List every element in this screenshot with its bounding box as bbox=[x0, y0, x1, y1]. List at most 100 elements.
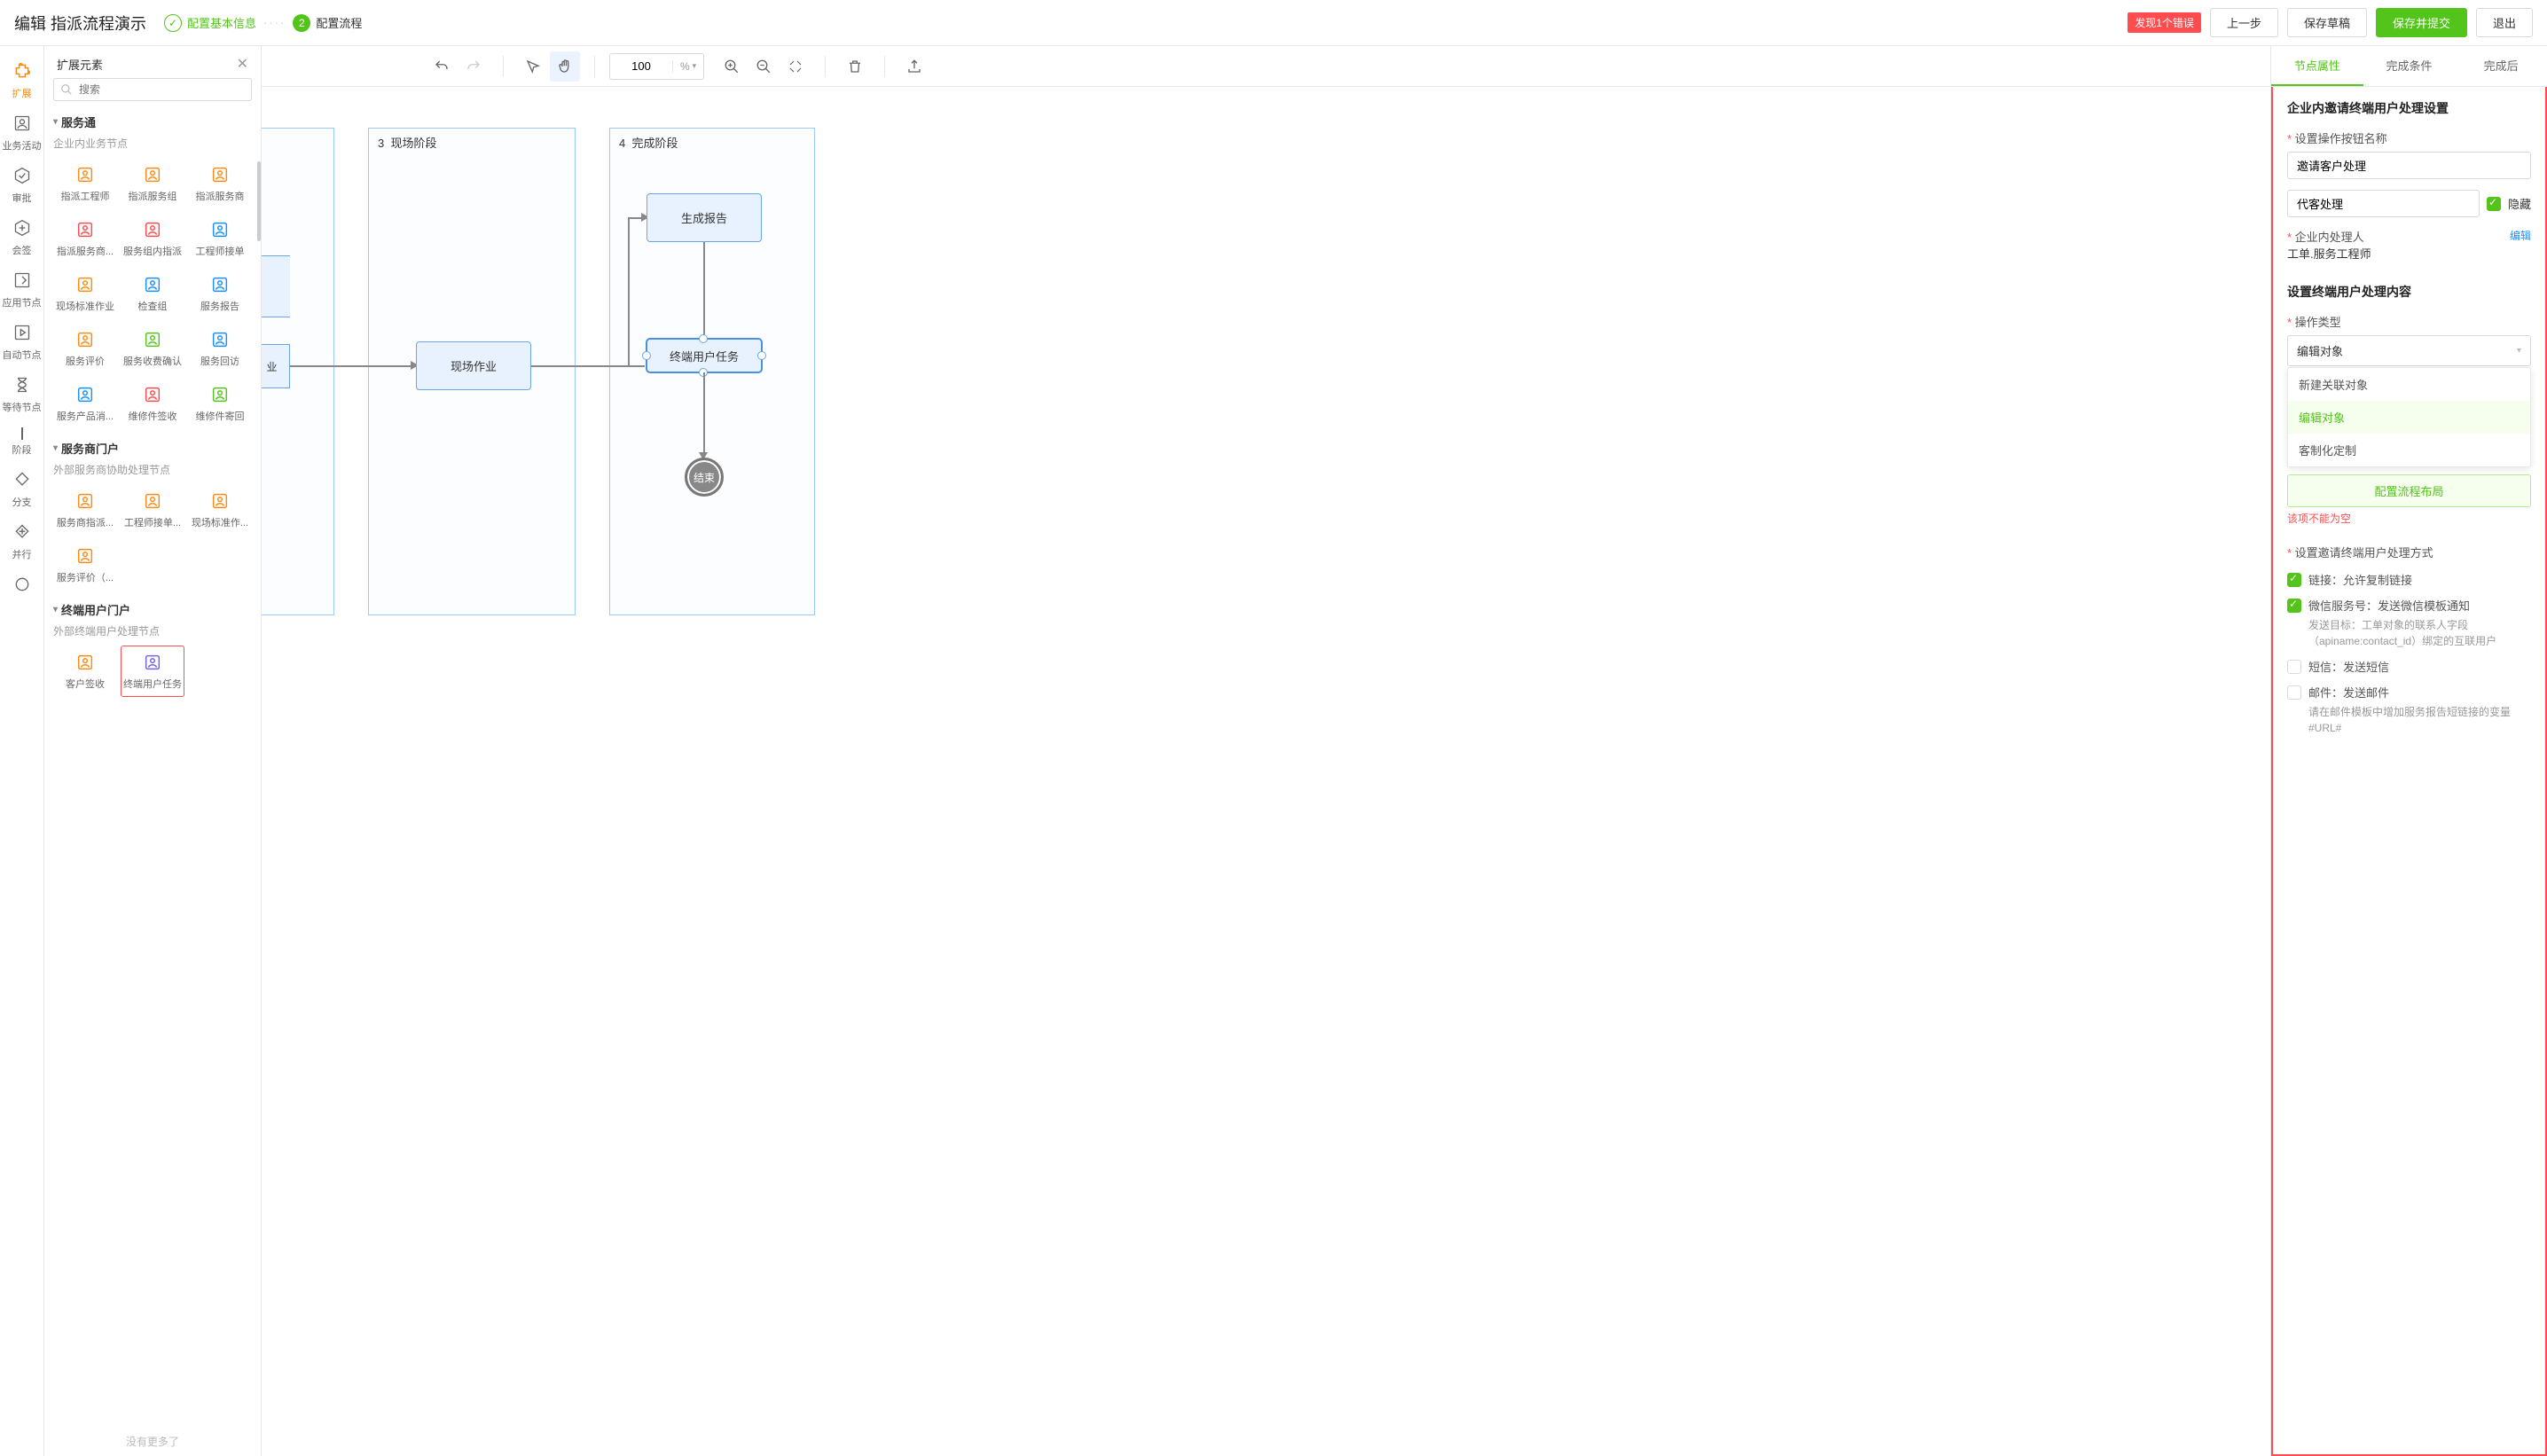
palette-node[interactable]: 维修件寄回 bbox=[188, 378, 252, 429]
node-handle[interactable] bbox=[699, 334, 708, 343]
palette-node[interactable]: 客户签收 bbox=[53, 646, 117, 697]
zoom-unit-dropdown[interactable]: % ▾ bbox=[672, 60, 703, 73]
palette-node[interactable]: 服务组内指派 bbox=[121, 213, 184, 264]
palette-node[interactable]: 服务报告 bbox=[188, 268, 252, 319]
palette-group-toggle[interactable]: ▾服务商门户 bbox=[53, 436, 252, 460]
palette-node[interactable]: 检查组 bbox=[121, 268, 184, 319]
tab-node-props[interactable]: 节点属性 bbox=[2271, 46, 2363, 86]
icon-rail: 扩展 业务活动 审批 会签 应用节点 自动节点 bbox=[0, 46, 44, 1456]
exit-button[interactable]: 退出 bbox=[2476, 8, 2533, 37]
zoom-input[interactable] bbox=[610, 59, 672, 73]
checkbox-row[interactable]: 微信服务号：发送微信模板通知 bbox=[2287, 597, 2531, 614]
palette-group-toggle[interactable]: ▾服务通 bbox=[53, 110, 252, 134]
palette-node[interactable]: 现场标准作业 bbox=[53, 268, 117, 319]
redo-button[interactable] bbox=[458, 51, 489, 82]
btn-name-input[interactable] bbox=[2287, 152, 2531, 179]
rail-more[interactable] bbox=[0, 568, 44, 603]
palette-node[interactable]: 现场标准作... bbox=[188, 484, 252, 536]
search-input[interactable] bbox=[53, 78, 252, 101]
palette-node[interactable]: 服务商指派... bbox=[53, 484, 117, 536]
checkbox-row[interactable]: 链接：允许复制链接 bbox=[2287, 571, 2531, 588]
save-submit-button[interactable]: 保存并提交 bbox=[2376, 8, 2467, 37]
error-badge[interactable]: 发现1个错误 bbox=[2128, 12, 2201, 33]
flow-node-cut[interactable] bbox=[262, 255, 290, 317]
rail-parallel[interactable]: 并行 bbox=[0, 516, 44, 568]
dropdown-option[interactable]: 客制化定制 bbox=[2288, 434, 2530, 466]
rail-extend[interactable]: 扩展 bbox=[0, 55, 44, 107]
node-type-icon bbox=[209, 164, 231, 185]
palette-node[interactable]: 服务评价 bbox=[53, 323, 117, 374]
scrollbar-thumb[interactable] bbox=[257, 161, 261, 241]
node-type-icon bbox=[74, 652, 96, 673]
palette-node[interactable]: 工程师接单 bbox=[188, 213, 252, 264]
palette-node[interactable]: 指派服务组 bbox=[121, 158, 184, 209]
palette-node[interactable]: 服务回访 bbox=[188, 323, 252, 374]
prev-button[interactable]: 上一步 bbox=[2210, 8, 2278, 37]
flow-node-report[interactable]: 生成报告 bbox=[647, 193, 762, 242]
edit-link[interactable]: 编辑 bbox=[2510, 228, 2531, 243]
rail-autonode[interactable]: 自动节点 bbox=[0, 317, 44, 369]
edge bbox=[628, 217, 630, 366]
checkbox[interactable] bbox=[2287, 599, 2301, 613]
checkbox[interactable] bbox=[2287, 660, 2301, 674]
dropdown-option[interactable]: 编辑对象 bbox=[2288, 401, 2530, 434]
palette-node[interactable]: 服务评价（... bbox=[53, 539, 117, 591]
rail-appnode[interactable]: 应用节点 bbox=[0, 264, 44, 317]
rail-counter[interactable]: 会签 bbox=[0, 212, 44, 264]
palette-node[interactable]: 指派服务商 bbox=[188, 158, 252, 209]
rail-activity[interactable]: 业务活动 bbox=[0, 107, 44, 160]
palette-node[interactable]: 维修件签收 bbox=[121, 378, 184, 429]
config-layout-button[interactable]: 配置流程布局 bbox=[2287, 474, 2531, 507]
checkbox-row[interactable]: 短信：发送短信 bbox=[2287, 658, 2531, 675]
close-icon[interactable]: ✕ bbox=[237, 55, 248, 73]
checkbox[interactable] bbox=[2287, 573, 2301, 587]
node-type-icon bbox=[74, 274, 96, 295]
zoom-in-button[interactable] bbox=[717, 51, 747, 82]
palette-node[interactable]: 工程师接单... bbox=[121, 484, 184, 536]
flow-canvas[interactable]: 3 现场阶段 4 完成阶段 业 现场作业 生成报告 bbox=[262, 87, 2270, 1456]
save-draft-button[interactable]: 保存草稿 bbox=[2287, 8, 2367, 37]
export-button[interactable] bbox=[899, 51, 929, 82]
palette-node-label: 维修件签收 bbox=[123, 409, 182, 423]
node-type-icon bbox=[142, 652, 163, 673]
palette-node[interactable]: 服务收费确认 bbox=[121, 323, 184, 374]
rail-waitnode[interactable]: 等待节点 bbox=[0, 369, 44, 421]
palette-node-label: 工程师接单... bbox=[123, 515, 182, 529]
dropdown-option[interactable]: 新建关联对象 bbox=[2288, 368, 2530, 401]
hourglass-icon bbox=[13, 376, 31, 396]
node-handle[interactable] bbox=[642, 351, 651, 360]
checkbox-row[interactable]: 邮件：发送邮件 bbox=[2287, 684, 2531, 701]
checkbox[interactable] bbox=[2287, 685, 2301, 700]
phase-icon bbox=[21, 428, 23, 439]
node-type-icon bbox=[74, 545, 96, 567]
delete-button[interactable] bbox=[840, 51, 870, 82]
palette-node[interactable]: 指派服务商... bbox=[53, 213, 117, 264]
rail-approve[interactable]: 审批 bbox=[0, 160, 44, 212]
tab-after-complete[interactable]: 完成后 bbox=[2455, 46, 2547, 86]
palette-node[interactable]: 服务产品消... bbox=[53, 378, 117, 429]
palette-node[interactable]: 终端用户任务 bbox=[121, 646, 184, 697]
hand-tool[interactable] bbox=[550, 51, 580, 82]
flow-node-fieldwork[interactable]: 现场作业 bbox=[416, 341, 531, 390]
node-type-icon bbox=[74, 329, 96, 350]
node-type-icon bbox=[142, 329, 163, 350]
palette-node[interactable]: 指派工程师 bbox=[53, 158, 117, 209]
rail-branch[interactable]: 分支 bbox=[0, 464, 44, 516]
palette-group-toggle[interactable]: ▾终端用户门户 bbox=[53, 598, 252, 622]
optype-select[interactable]: 编辑对象 ▾ bbox=[2287, 335, 2531, 366]
tab-complete-cond[interactable]: 完成条件 bbox=[2363, 46, 2456, 86]
pointer-tool[interactable] bbox=[518, 51, 548, 82]
fit-button[interactable] bbox=[780, 51, 811, 82]
flow-node-cut-2[interactable]: 业 bbox=[262, 344, 290, 388]
hide-checkbox[interactable] bbox=[2487, 197, 2501, 211]
flow-end-node[interactable]: 结束 bbox=[685, 458, 724, 497]
proxy-input[interactable] bbox=[2287, 190, 2480, 217]
edge bbox=[703, 242, 705, 338]
node-handle[interactable] bbox=[757, 351, 766, 360]
rail-phase[interactable]: 阶段 bbox=[0, 421, 44, 464]
undo-button[interactable] bbox=[427, 51, 457, 82]
zoom-out-button[interactable] bbox=[748, 51, 779, 82]
palette-node-label: 现场标准作业 bbox=[56, 299, 114, 313]
step-separator: ···· bbox=[263, 16, 286, 29]
node-type-icon bbox=[142, 219, 163, 240]
